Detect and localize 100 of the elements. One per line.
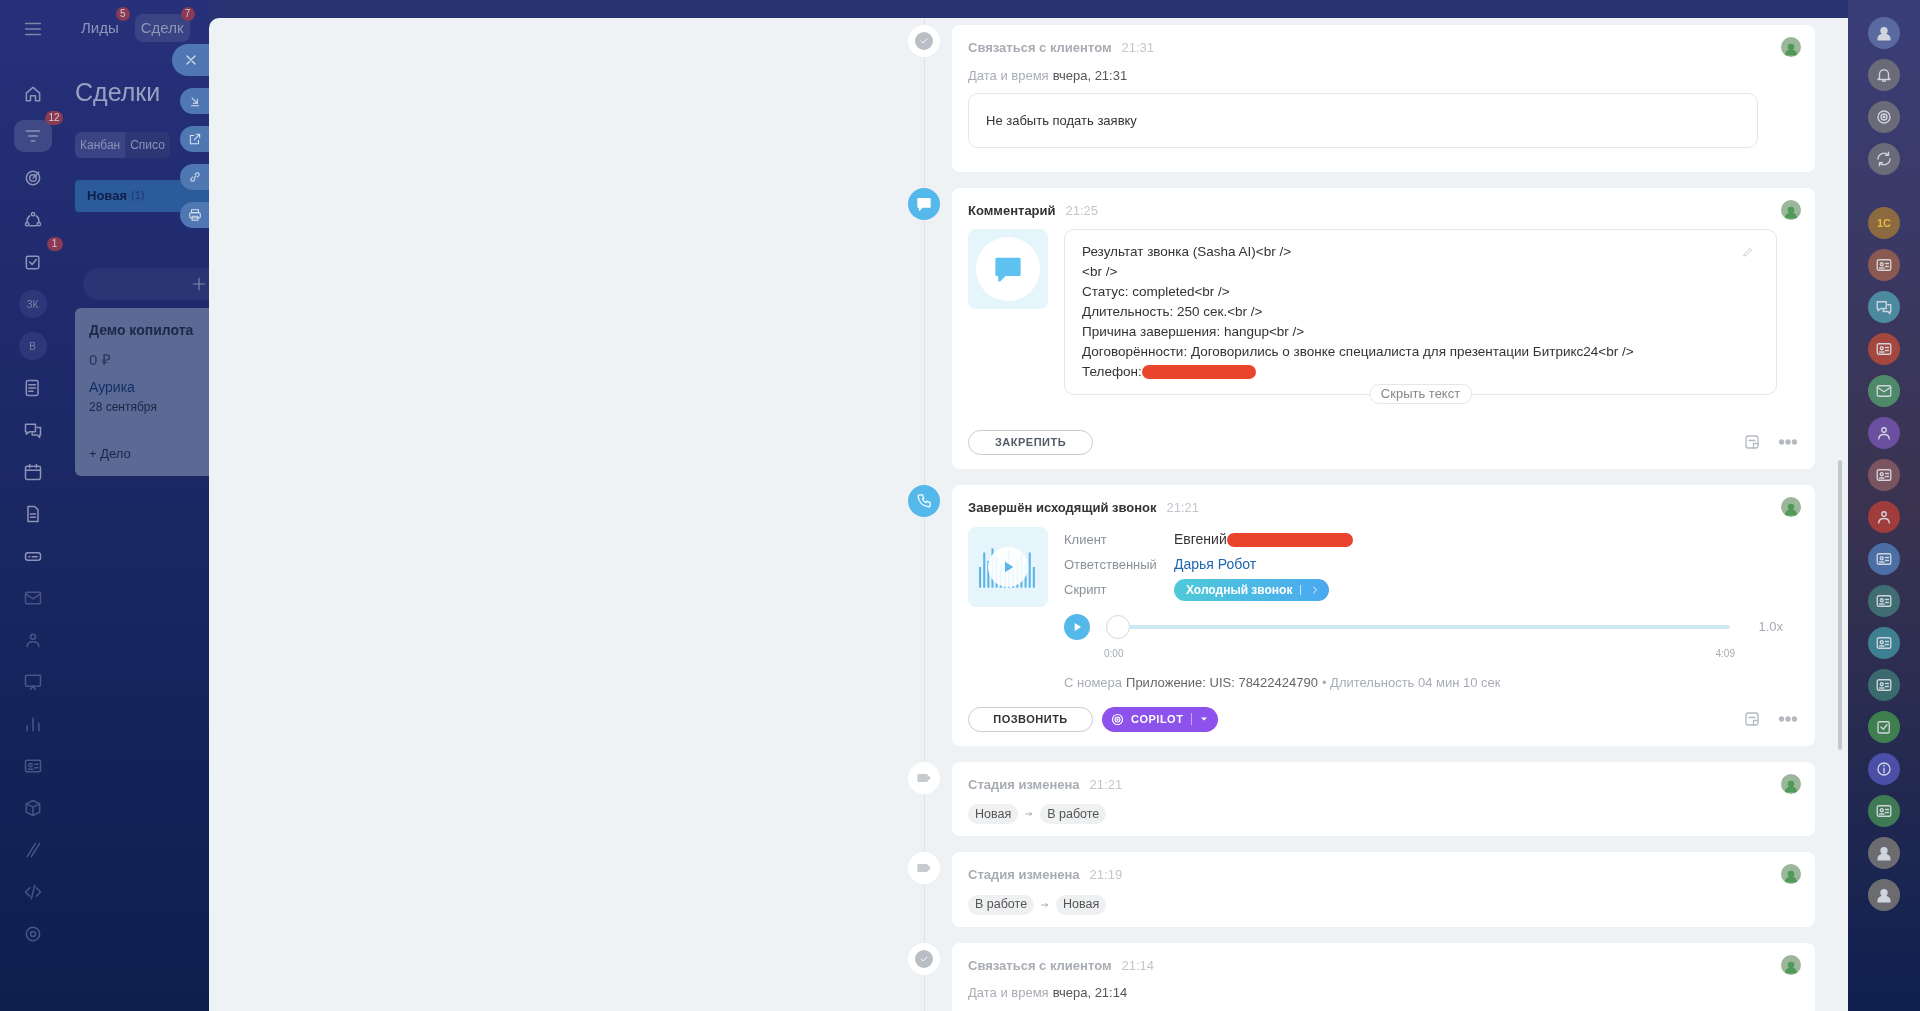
company-link[interactable]: Аурика: [89, 377, 209, 398]
app-button[interactable]: [1868, 291, 1900, 323]
sidebar-item[interactable]: [13, 120, 52, 152]
panel-action-button[interactable]: [180, 88, 209, 114]
contact-card-icon: [1875, 256, 1893, 274]
app-button[interactable]: [1868, 879, 1900, 911]
app-button[interactable]: [1868, 17, 1900, 49]
app-button[interactable]: [1868, 669, 1900, 701]
item-title: Связаться с клиентом: [968, 956, 1112, 975]
contact-card-icon: [1875, 466, 1893, 484]
calendar-icon: [22, 462, 43, 482]
app-button[interactable]: [1868, 501, 1900, 533]
panel-action-button[interactable]: [180, 126, 209, 152]
item-time: 21:25: [1065, 202, 1099, 220]
user-link[interactable]: Дарья Робот: [1174, 554, 1257, 575]
script-tag[interactable]: Холодный звонок: [1174, 578, 1330, 601]
playback-speed[interactable]: 1.0x: [1758, 617, 1783, 637]
hide-text-button[interactable]: Скрыть текст: [1368, 383, 1473, 404]
app-button[interactable]: [1868, 375, 1900, 407]
comment-line: Длительность: 250 сек.<br />: [1082, 302, 1264, 321]
code-icon: [22, 882, 43, 902]
item-time: 21:14: [1121, 956, 1155, 975]
app-button[interactable]: [1868, 59, 1900, 91]
user-avatar[interactable]: [1781, 496, 1801, 517]
item-title: Связаться с клиентом: [968, 39, 1112, 57]
audio-slider[interactable]: [1106, 615, 1731, 639]
contact-card-icon: [1875, 340, 1893, 358]
item-title: Стадия изменена: [968, 775, 1080, 794]
app-button[interactable]: [1868, 249, 1900, 281]
date-value: вчера, 21:31: [1052, 66, 1128, 85]
app-button[interactable]: [1868, 837, 1900, 869]
app-button[interactable]: [1868, 711, 1900, 743]
chat-bubbles-icon: [1875, 298, 1893, 316]
app-button[interactable]: [1868, 543, 1900, 575]
panel-action-button[interactable]: [180, 202, 209, 228]
item-time: 21:21: [1166, 498, 1200, 517]
comment-line: Телефон:: [1082, 362, 1142, 381]
from-label: С номера: [1064, 674, 1123, 692]
item-time: 21:21: [1089, 775, 1123, 794]
from-value: Приложение: UIS: 78422424790: [1126, 674, 1318, 692]
panel-action-button[interactable]: [180, 164, 209, 190]
item-time: 21:31: [1121, 39, 1155, 57]
copilot-button[interactable]: COPILOT: [1102, 706, 1219, 732]
checkbox-icon: [1875, 718, 1893, 736]
date-label: Дата и время: [968, 66, 1049, 85]
user-avatar[interactable]: [1781, 864, 1801, 884]
comment-line: Результат звонка (Sasha AI)<br />: [1082, 242, 1293, 261]
presentation-board-icon: [22, 672, 43, 692]
bell-icon: [1875, 66, 1893, 84]
app-button[interactable]: 1С: [1868, 207, 1900, 239]
app-button[interactable]: [1868, 417, 1900, 449]
deal-card[interactable]: Демо копилота 0 ₽ Аурика 28 сентября + Дело: [75, 307, 209, 476]
app-button[interactable]: [1868, 585, 1900, 617]
user-silhouette-icon: [1875, 24, 1893, 42]
user-avatar[interactable]: [1781, 200, 1801, 220]
comment-line: Статус: completed<br />: [1082, 282, 1231, 301]
user-avatar[interactable]: [1781, 954, 1801, 975]
item-title: Комментарий: [968, 202, 1056, 220]
app-button[interactable]: [1868, 101, 1900, 133]
user-avatar[interactable]: [1781, 773, 1801, 794]
field-label: Ответственный: [1064, 555, 1158, 574]
app-button[interactable]: [1868, 333, 1900, 365]
date-label: Дата и время: [968, 984, 1049, 1002]
user-silhouette-icon: [1875, 886, 1893, 904]
app-button[interactable]: [1868, 459, 1900, 491]
item-title: Завершён исходящий звонок: [968, 498, 1157, 517]
stage-chip: Новая: [1056, 894, 1107, 915]
scrollbar-thumb[interactable]: [1838, 460, 1842, 750]
stage-chip: В работе: [968, 894, 1035, 915]
logo-text: 1С: [1876, 215, 1892, 231]
add-activity-link[interactable]: + Дело: [89, 444, 209, 464]
view-tab[interactable]: Списо: [125, 131, 170, 158]
view-tab[interactable]: Канбан: [75, 131, 126, 158]
stage-chip: Новая: [968, 804, 1019, 824]
date-value: вчера, 21:14: [1052, 984, 1128, 1002]
comment-line: <br />: [1082, 262, 1119, 281]
user-avatar[interactable]: [1781, 37, 1801, 57]
app-button[interactable]: [1868, 795, 1900, 827]
column-name: Новая: [87, 186, 127, 205]
envelope-icon: [1875, 382, 1893, 400]
field-value: Евгений: [1174, 530, 1227, 549]
contact-card-icon: [1875, 634, 1893, 652]
app-button[interactable]: [1868, 627, 1900, 659]
script-name: Холодный звонок: [1186, 581, 1293, 599]
envelope-icon: [22, 588, 43, 608]
item-time: 21:19: [1089, 866, 1123, 884]
concentric-circles-icon: [1110, 711, 1125, 727]
contact-card-icon: [22, 756, 43, 776]
chat-arrows-icon: [1875, 150, 1893, 168]
arrow-right-icon: [1024, 809, 1035, 819]
speech-bubble-icon: [915, 195, 933, 213]
comment-line: Договорённости: Договорились о звонке специалиста для презентации Битрикс24<br />: [1082, 342, 1635, 361]
page-title: Сделки: [75, 77, 161, 108]
panel-action-button[interactable]: [172, 44, 209, 76]
printer-icon: [187, 208, 202, 222]
app-button[interactable]: [1868, 143, 1900, 175]
app-button[interactable]: [1868, 753, 1900, 785]
person-icon: [1875, 508, 1893, 526]
contact-card-icon: [1875, 676, 1893, 694]
badge-count: 12: [45, 111, 63, 125]
